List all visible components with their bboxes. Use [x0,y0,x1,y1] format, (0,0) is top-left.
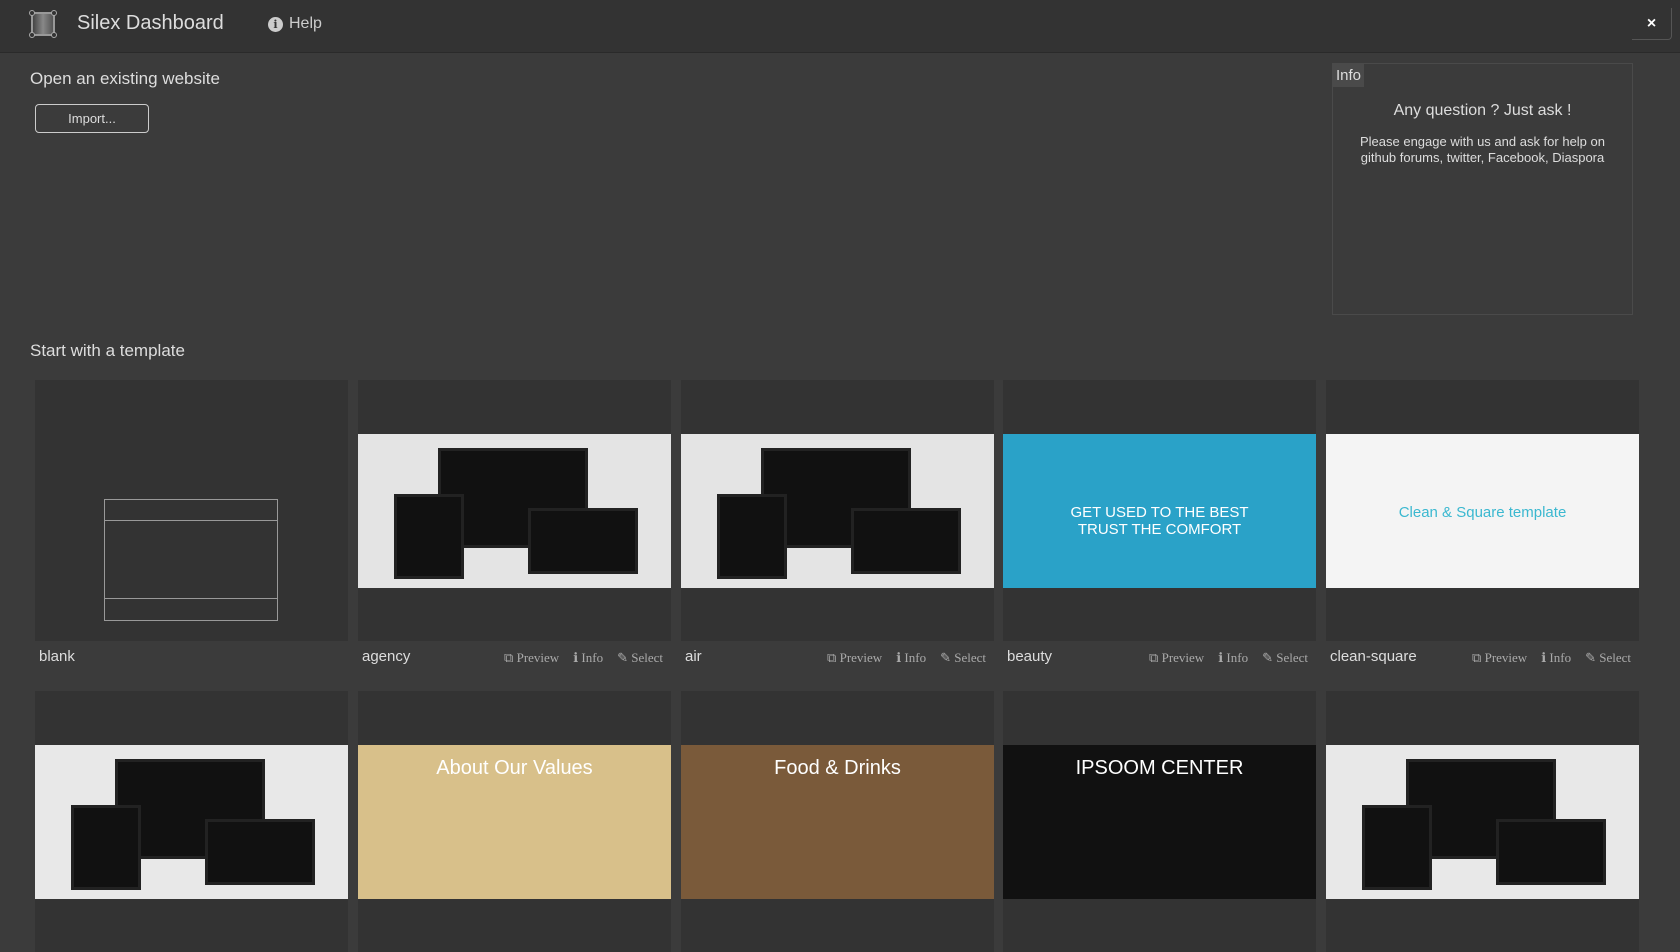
template-thumbnail[interactable]: WE HELP YOU [358,434,671,588]
help-link[interactable]: i Help [268,15,322,33]
info-icon: i [268,16,283,32]
thumbnail-text: IPSOOM CENTER [1075,757,1244,779]
info-panel: Info Any question ? Just ask ! Please en… [1332,63,1633,315]
thumbnail-text: GET USED TO THE BEST TRUST THE COMFORT [1070,504,1249,538]
help-label: Help [289,15,322,32]
template-card[interactable]: air ⧉ Preview ℹ Info ✎ Select [681,380,994,665]
template-name: blank [39,648,75,665]
import-button[interactable]: Import... [35,104,149,133]
template-card[interactable]: Clean & Square template clean-square ⧉ Pre… [1326,380,1639,665]
select-button[interactable]: ✎ Select [940,650,986,666]
preview-button[interactable]: ⧉ Preview [1149,650,1204,666]
template-name: air [685,648,702,665]
info-button[interactable]: ℹ Info [896,650,926,666]
template-thumbnail[interactable]: Clean & Square template [1326,434,1639,588]
template-thumbnail[interactable] [35,745,348,899]
app-title: Silex Dashboard [77,12,224,34]
template-card[interactable] [1326,691,1639,952]
blank-wireframe-icon [104,499,278,621]
preview-button[interactable]: ⧉ Preview [827,650,882,666]
template-card[interactable] [35,691,348,952]
template-card[interactable]: GET USED TO THE BEST TRUST THE COMFORT be… [1003,380,1316,665]
info-button[interactable]: ℹ Info [1218,650,1248,666]
info-button[interactable]: ℹ Info [573,650,603,666]
select-button[interactable]: ✎ Select [617,650,663,666]
preview-button[interactable]: ⧉ Preview [1472,650,1527,666]
template-name: clean-square [1330,648,1417,665]
close-button[interactable]: × [1632,8,1672,40]
info-tag: Info [1333,64,1365,87]
info-button[interactable]: ℹ Info [1541,650,1571,666]
thumbnail-text: Food & Drinks [774,757,901,779]
info-question: Any question ? Just ask ! [1393,102,1572,119]
template-thumbnail[interactable] [681,434,994,588]
template-thumbnail[interactable]: GET USED TO THE BEST TRUST THE COMFORT [1003,434,1316,588]
template-card[interactable]: Food & Drinks [681,691,994,952]
template-card[interactable]: WE HELP YOU agency ⧉ Preview ℹ Info ✎ Select [358,380,671,665]
template-thumbnail[interactable] [1326,745,1639,899]
info-text: Please engage with us and ask for help o… [1359,134,1605,165]
templates-heading: Start with a template [30,341,185,360]
template-name: agency [362,648,411,665]
header: Silex Dashboard i Help × [0,0,1680,53]
template-card[interactable]: blank [35,380,348,665]
open-heading: Open an existing website [30,69,220,88]
thumbnail-text: About Our Values [436,757,593,779]
template-thumbnail[interactable]: IPSOOM CENTER [1003,745,1316,899]
select-button[interactable]: ✎ Select [1262,650,1308,666]
template-card[interactable]: IPSOOM CENTER [1003,691,1316,952]
template-name: beauty [1007,648,1053,665]
thumbnail-text: Clean & Square template [1398,504,1567,521]
template-thumbnail[interactable]: About Our Values [358,745,671,899]
select-button[interactable]: ✎ Select [1585,650,1631,666]
template-thumbnail[interactable]: Food & Drinks [681,745,994,899]
silex-logo-icon [29,10,57,38]
template-card[interactable]: About Our Values [358,691,671,952]
preview-button[interactable]: ⧉ Preview [504,650,559,666]
